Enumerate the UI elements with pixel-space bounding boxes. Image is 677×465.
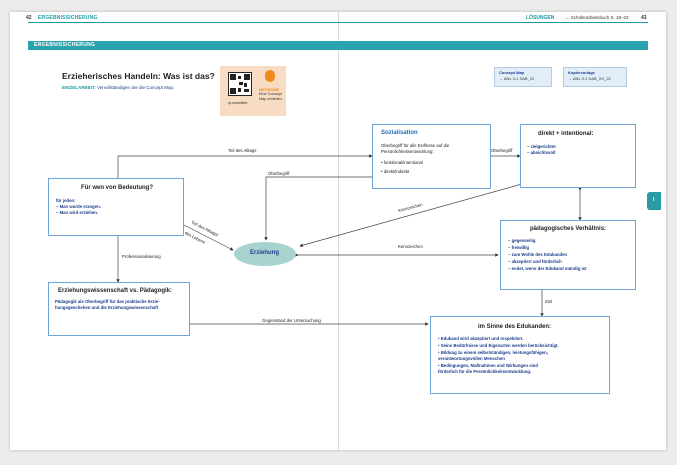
box-sinne-line: verantwortungsvollen Menschen (438, 356, 505, 361)
box-sozialisation-line: • funktional/intentional (381, 160, 423, 165)
edge-label: Teil des Alltags (228, 148, 257, 153)
box-sozialisation-title: Sozialisation (381, 130, 418, 136)
box-paedag-line: – zum Wohle des Edukanden (508, 252, 568, 257)
box-wissenschaft-line: hungsgeschehen und die Erziehungswissens… (55, 305, 159, 310)
edge-label: Ziel (545, 299, 552, 304)
box-direkt-title: direkt + intentional: (538, 131, 594, 137)
box-sinne-line: förderlich für die Persönlichkeitsentwic… (438, 369, 532, 374)
box-paedag-title: pädagogisches Verhältnis: (530, 226, 607, 232)
box-sozialisation-line: Persönlichkeitsentwicklung: (381, 149, 434, 154)
box-wissenschaft-title: Erziehungswissenschaft vs. Pädagogik: (58, 288, 173, 294)
box-bedeutung-title: Für wen von Bedeutung? (81, 185, 153, 191)
box-sinne-line: • Edukand wird akzeptiert und respektier… (438, 336, 524, 341)
box-paedag-line: – gegenseitig (508, 238, 536, 243)
box-direkt-line: – absichtsvoll (527, 150, 556, 155)
edge-label: Kennzeichen (398, 244, 423, 249)
edge-label: Professionalisierung (122, 254, 161, 259)
center-node-label: Erziehung (250, 250, 280, 256)
box-sozialisation-line: • direkt/indirekt (381, 169, 410, 174)
edge-label: Gegenstand der Untersuchung (262, 318, 321, 323)
box-sinne-title: im Sinne des Edukanden: (478, 324, 552, 330)
box-paedag-line: – endet, wenn der Edukand mündig ist (508, 266, 587, 271)
box-sinne-line: • Seine Bedürfnisse und Eigenarten werde… (438, 343, 559, 348)
box-paedag-line: – akzeptiert und förderlich (508, 259, 562, 264)
box-paedag-line: – freiwillig (508, 245, 530, 250)
box-bedeutung-line: – Man wird erziehen. (56, 210, 99, 215)
edge-label: Oberbegriff (268, 171, 290, 176)
edge-label: Oberbegriff (491, 148, 513, 153)
